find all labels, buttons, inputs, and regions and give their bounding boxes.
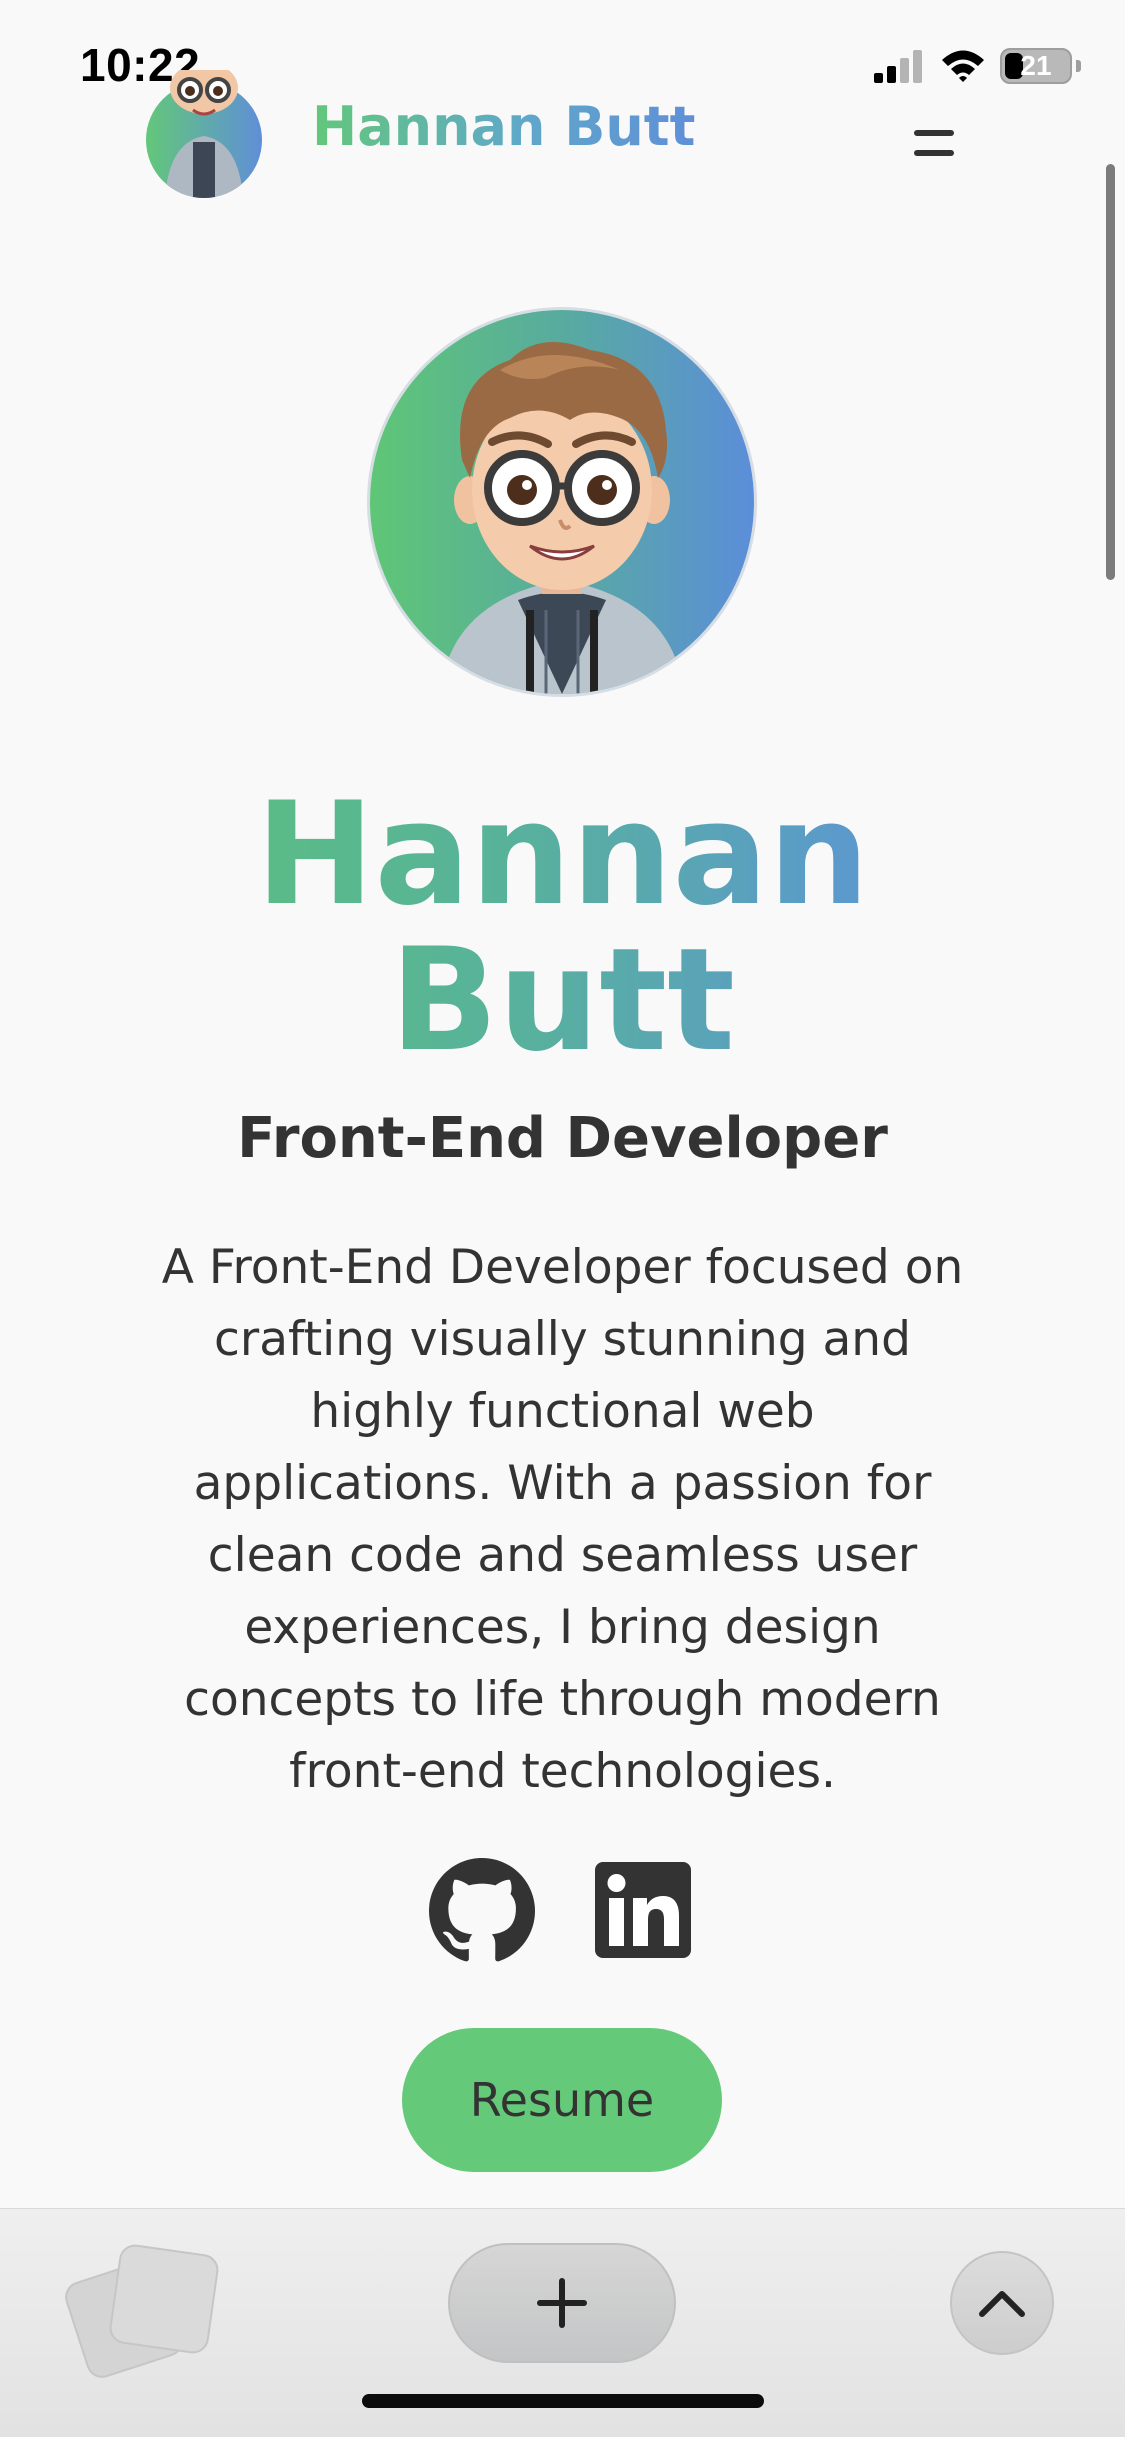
- page-scrollbar[interactable]: [1106, 164, 1115, 580]
- chevron-up-icon: [979, 2291, 1025, 2317]
- site-header: Hannan Butt: [0, 70, 1125, 210]
- tabs-icon[interactable]: [60, 2239, 221, 2383]
- avatar-icon[interactable]: [145, 70, 263, 198]
- hero-name: Hannan Butt: [0, 782, 1125, 1074]
- resume-button[interactable]: Resume: [402, 2028, 722, 2172]
- social-links: [0, 1858, 1125, 1964]
- new-tab-button[interactable]: [448, 2243, 676, 2363]
- home-indicator[interactable]: [362, 2394, 764, 2408]
- hero-bio: A Front-End Developer focused on craftin…: [161, 1240, 964, 1799]
- scroll-top-button[interactable]: [950, 2251, 1054, 2355]
- hero-title: Front-End Developer: [237, 1106, 888, 1171]
- hero-name-line1: Hannan: [255, 772, 870, 937]
- github-icon: [428, 1858, 535, 1962]
- menu-icon[interactable]: [908, 128, 964, 168]
- hero-name-line2: Butt: [389, 918, 736, 1083]
- linkedin-icon: [594, 1862, 691, 1958]
- cartoon-avatar-icon: [370, 310, 754, 694]
- plus-icon: [537, 2278, 587, 2328]
- github-link[interactable]: [428, 1858, 535, 1964]
- nav-brand[interactable]: Hannan Butt: [312, 100, 695, 154]
- linkedin-link[interactable]: [591, 1858, 697, 1964]
